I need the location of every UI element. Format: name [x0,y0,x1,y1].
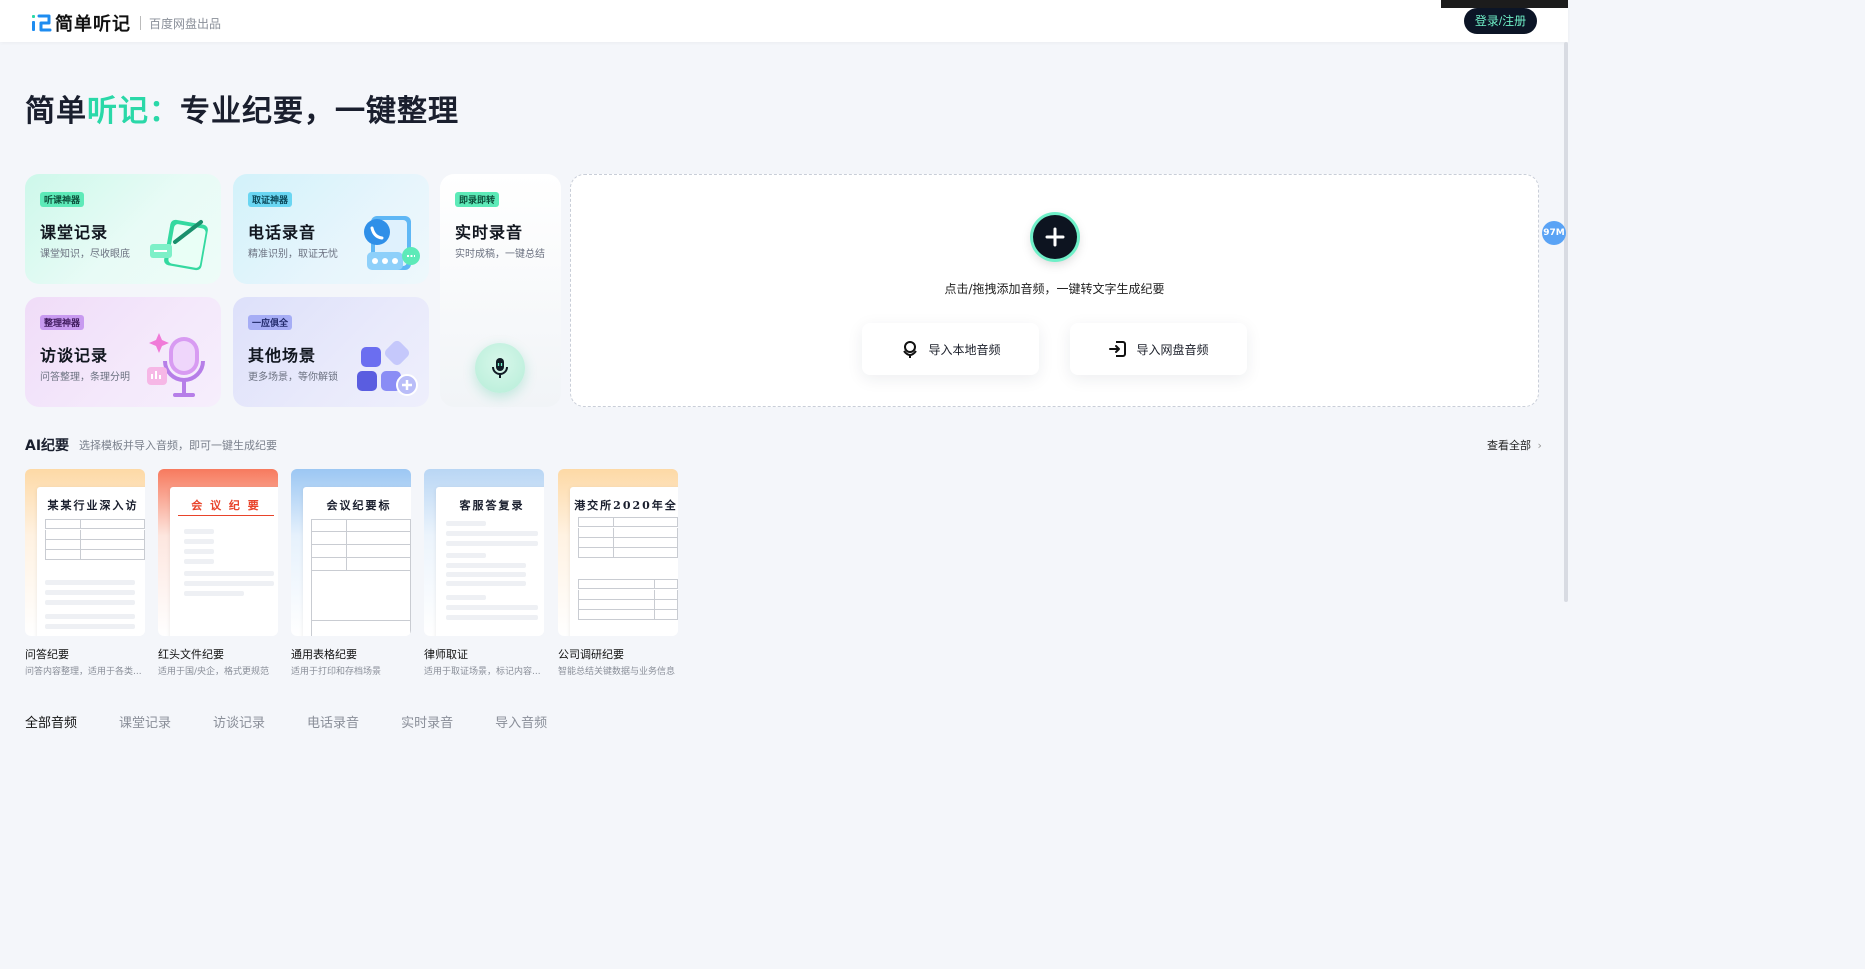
template-thumbnail: 客服答复录 [424,469,544,636]
app-grid-icon [353,331,423,401]
template-desc: 问答内容整理，适用于各类... [25,667,142,677]
template-doc-title: 港交所2020年全 [574,499,678,512]
scenario-card-classroom[interactable]: 听课神器 课堂记录 课堂知识，尽收眼底 [25,174,221,284]
hero-title: 简单听记：专业纪要，一键整理 [25,86,459,130]
template-thumbnail: 某某行业深入访 [25,469,145,636]
scenario-tag: 即录即转 [455,192,500,207]
top-right-strip [1441,0,1568,8]
template-doc-title: 会 议 纪 要 [191,499,261,512]
scenario-title: 访谈记录 [40,346,109,365]
tab-imported[interactable]: 导入音频 [495,712,547,731]
scenario-tag: 听课神器 [40,192,85,207]
tab-all-audio[interactable]: 全部音频 [25,712,77,731]
import-local-audio-button[interactable]: 导入本地音频 [862,323,1039,375]
template-card-lawyer[interactable]: 客服答复录 律师取证 适用于取证场景，标记内容... [424,469,544,677]
scenario-subtitle: 课堂知识，尽收眼底 [40,249,130,260]
notebook-pen-icon [145,208,215,278]
template-card-qa[interactable]: 某某行业深入访 问答纪要 问答内容整理，适用于各类... [25,469,145,677]
top-header: 简单听记 百度网盘出品 登录/注册 [0,0,1568,42]
brand-subtitle: 百度网盘出品 [149,16,222,31]
template-card-redhead[interactable]: 会 议 纪 要 红头文件纪要 适用于国/央企，格式更规范 [158,469,278,677]
template-paper: 客服答复录 [436,487,544,636]
template-paper: 会 议 纪 要 [170,487,278,636]
scenario-subtitle: 问答整理，条理分明 [40,372,130,383]
template-thumbnail: 会 议 纪 要 [158,469,278,636]
scenario-card-phone[interactable]: 取证神器 电话录音 精准识别，取证无忧 [233,174,429,284]
scenario-title: 课堂记录 [40,223,109,242]
scenario-title: 其他场景 [248,346,317,365]
brand-mark-icon [30,12,52,34]
import-netdisk-audio-label: 导入网盘音频 [1136,342,1209,357]
template-paper: 会议纪要标 [303,487,411,636]
view-all-label: 查看全部 [1487,439,1531,452]
template-doc-title: 会议纪要标 [326,499,392,512]
tab-realtime[interactable]: 实时录音 [401,712,453,731]
studio-microphone-icon [145,331,215,401]
brand-divider [140,16,141,30]
plus-icon [1045,227,1065,247]
hero-title-part1: 简单 [25,94,87,129]
audio-filter-tabs: 全部音频 课堂记录 访谈记录 电话录音 实时录音 导入音频 [25,712,589,731]
template-card-table[interactable]: 会议纪要标 通用表格纪要 适用于打印和存档场景 [291,469,411,677]
page-scrollbar[interactable] [1564,42,1568,602]
scenario-tag: 整理神器 [40,315,85,330]
scenario-tag: 取证神器 [248,192,293,207]
brand-name: 简单听记 [55,14,131,35]
import-local-audio-label: 导入本地音频 [928,342,1001,357]
template-doc-title: 某某行业深入访 [47,499,139,512]
template-desc: 适用于国/央企，格式更规范 [158,667,270,677]
template-name: 问答纪要 [25,648,69,661]
upload-dropzone[interactable]: 点击/拖拽添加音频，一键转文字生成纪要 导入本地音频 导入网盘音频 [570,174,1539,407]
template-name: 红头文件纪要 [158,648,224,661]
template-thumbnail: 港交所2020年全 [558,469,678,636]
template-doc-title: 客服答复录 [459,499,525,512]
template-desc: 智能总结关键数据与业务信息 [558,667,676,677]
tab-interview[interactable]: 访谈记录 [213,712,265,731]
upload-hint: 点击/拖拽添加音频，一键转文字生成纪要 [944,282,1165,296]
brand-logo[interactable]: 简单听记 百度网盘出品 [30,10,221,36]
template-card-research[interactable]: 港交所2020年全 公司调研纪要 智能总结关键数据与业务信息 [558,469,678,677]
chevron-right-icon: › [1537,439,1542,452]
scenario-card-realtime[interactable]: 即录即转 实时录音 实时成稿，一键总结 [440,174,561,407]
realtime-record-button[interactable] [475,343,525,393]
scenario-subtitle: 更多场景，等你解锁 [248,372,338,383]
login-register-button[interactable]: 登录/注册 [1464,8,1537,34]
scenario-card-interview[interactable]: 整理神器 访谈记录 问答整理，条理分明 [25,297,221,407]
view-all-link[interactable]: 查看全部 › [1487,437,1542,453]
scenario-tag: 一应俱全 [248,315,293,330]
template-name: 通用表格纪要 [291,648,357,661]
scenario-subtitle: 实时成稿，一键总结 [455,249,545,260]
template-desc: 适用于打印和存档场景 [291,667,382,677]
template-paper: 某某行业深入访 [37,487,145,636]
import-netdisk-audio-button[interactable]: 导入网盘音频 [1070,323,1247,375]
tab-classroom[interactable]: 课堂记录 [119,712,171,731]
template-thumbnail: 会议纪要标 [291,469,411,636]
scenario-card-other[interactable]: 一应俱全 其他场景 更多场景，等你解锁 [233,297,429,407]
scenario-title: 实时录音 [455,223,524,242]
template-name: 律师取证 [424,648,468,661]
add-audio-button[interactable] [1033,215,1077,259]
import-file-icon [1109,341,1127,357]
ai-section-subtitle: 选择模板并导入音频，即可一键生成纪要 [79,439,277,452]
scenario-subtitle: 精准识别，取证无忧 [248,249,338,260]
phone-recorder-icon [353,208,423,278]
side-size-badge[interactable]: 97M [1542,221,1566,245]
hero-title-part2: 专业纪要，一键整理 [180,94,459,129]
scenario-title: 电话录音 [248,223,317,242]
microphone-icon [903,341,918,358]
tab-phone[interactable]: 电话录音 [307,712,359,731]
microphone-icon [492,358,508,378]
template-name: 公司调研纪要 [558,648,624,661]
ai-section-title: AI纪要 [25,438,70,454]
template-desc: 适用于取证场景，标记内容... [424,667,541,677]
hero-title-accent: 听记： [87,94,180,129]
template-paper: 港交所2020年全 [570,487,678,636]
